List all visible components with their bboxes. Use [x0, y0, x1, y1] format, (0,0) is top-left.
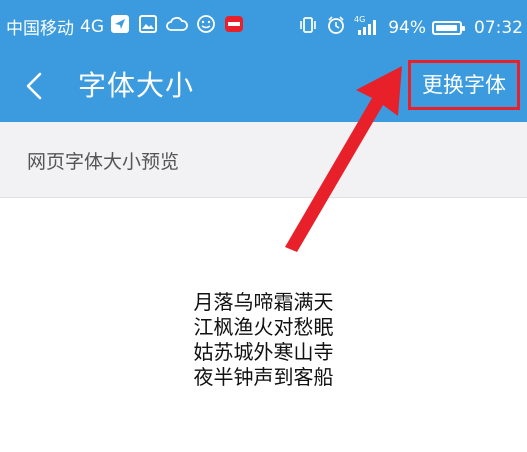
svg-text:4G: 4G — [354, 15, 365, 24]
page-title: 字体大小 — [78, 69, 195, 102]
back-button[interactable] — [18, 68, 54, 104]
battery-fill — [436, 24, 457, 31]
font-preview-area: 月落乌啼霜满天 江枫渔火对愁眠 姑苏城外寒山寺 夜半钟声到客船 — [0, 198, 527, 452]
alarm-icon — [326, 15, 346, 40]
app-bar: 字体大小 更换字体 — [0, 50, 527, 122]
app-badge-icon — [224, 14, 244, 39]
section-header: 网页字体大小预览 — [0, 122, 527, 198]
poem-line: 月落乌啼霜满天 — [193, 290, 334, 314]
network-type: 4G — [80, 16, 104, 37]
poem-line: 姑苏城外寒山寺 — [193, 340, 334, 364]
status-bar-left: 中国移动 4G — [6, 14, 252, 39]
battery-icon — [432, 20, 465, 35]
preview-poem: 月落乌啼霜满天 江枫渔火对愁眠 姑苏城外寒山寺 夜半钟声到客船 — [0, 290, 527, 390]
face-icon — [196, 14, 216, 39]
chevron-left-icon — [26, 72, 42, 100]
clock-time: 07:32 — [474, 17, 523, 38]
vibrate-icon — [298, 15, 318, 40]
navigation-app-icon — [110, 14, 130, 39]
carrier-name: 中国移动 — [6, 19, 74, 39]
change-font-button[interactable]: 更换字体 — [408, 60, 520, 110]
poem-line: 江枫渔火对愁眠 — [193, 315, 334, 339]
battery-percent: 94% — [388, 17, 426, 38]
section-label: 网页字体大小预览 — [27, 151, 180, 173]
weather-icon — [166, 14, 188, 39]
status-bar-right: 4G 94% 07:32 — [298, 14, 523, 41]
gallery-icon — [138, 14, 158, 39]
status-bar: 中国移动 4G 4G 94% 07:32 — [0, 0, 527, 50]
poem-line: 夜半钟声到客船 — [193, 365, 334, 389]
signal-4g-icon: 4G — [354, 14, 380, 41]
